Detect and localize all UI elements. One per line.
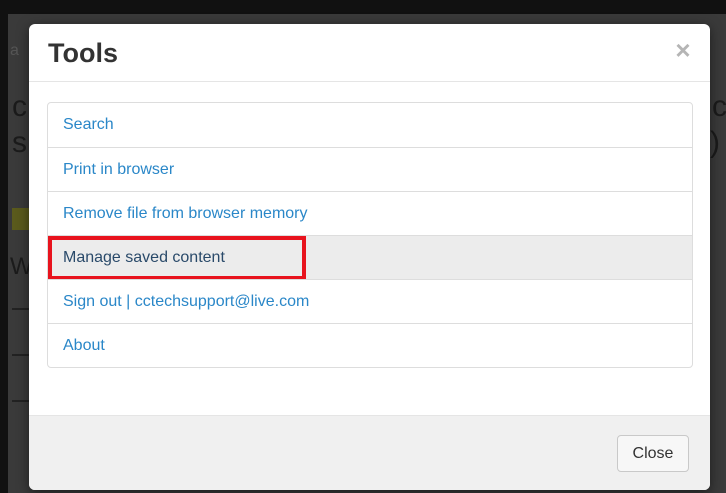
red-highlight-annotation — [48, 236, 306, 280]
tool-item-print-in-browser[interactable]: Print in browser — [48, 147, 692, 191]
tool-item-label: Sign out | cctechsupport@live.com — [63, 292, 310, 310]
modal-footer: Close — [29, 415, 710, 490]
backdrop-top-bar — [0, 0, 726, 14]
tools-modal: Tools × Search Print in browser Remove f… — [29, 24, 710, 490]
background-text-fragment: s — [12, 126, 27, 159]
tool-item-search[interactable]: Search — [48, 103, 692, 147]
tool-item-label: Print in browser — [63, 160, 175, 178]
tool-item-manage-saved-content[interactable]: Manage saved content — [48, 235, 692, 280]
background-divider — [12, 354, 30, 356]
background-text-fragment: ) — [710, 126, 720, 159]
modal-title: Tools — [48, 38, 118, 68]
tool-item-label: Search — [63, 116, 114, 133]
tool-item-label: About — [63, 336, 105, 354]
background-divider — [12, 400, 30, 402]
tool-item-about[interactable]: About — [48, 323, 692, 367]
background-text-fragment: c — [12, 90, 27, 123]
tool-item-label: Remove file from browser memory — [63, 204, 308, 222]
tool-item-remove-file[interactable]: Remove file from browser memory — [48, 191, 692, 235]
background-text-fragment: c — [712, 90, 726, 123]
tools-list: Search Print in browser Remove file from… — [47, 102, 693, 368]
background-text-fragment: a — [10, 42, 19, 59]
close-button[interactable]: Close — [617, 435, 689, 472]
modal-header: Tools × — [29, 24, 710, 82]
close-icon[interactable]: × — [672, 37, 694, 63]
backdrop-left-edge — [0, 14, 8, 493]
tool-item-sign-out[interactable]: Sign out | cctechsupport@live.com — [48, 279, 692, 323]
background-divider — [12, 308, 30, 310]
